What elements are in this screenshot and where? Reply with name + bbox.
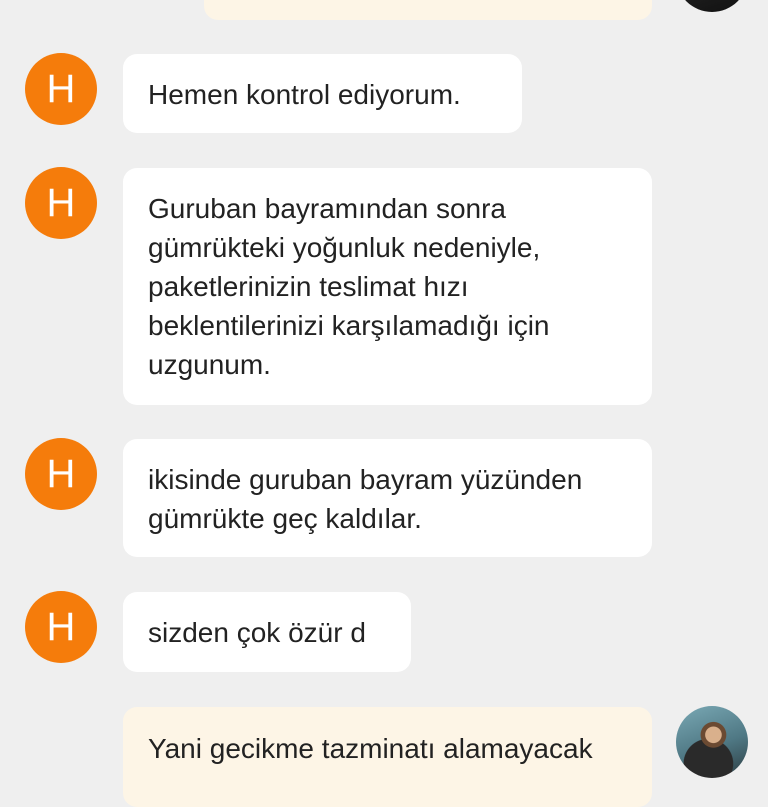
chat-bubble-agent: Hemen kontrol ediyorum. <box>123 54 522 133</box>
agent-avatar[interactable]: H <box>25 591 97 663</box>
chat-bubble-agent: ikisinde guruban bayram yüzünden gümrükt… <box>123 439 652 557</box>
chat-bubble-user-previous <box>204 0 652 20</box>
user-avatar[interactable] <box>676 0 748 12</box>
chat-bubble-user: Yani gecikme tazminatı alamayacak <box>123 707 652 807</box>
agent-avatar[interactable]: H <box>25 438 97 510</box>
agent-avatar[interactable]: H <box>25 167 97 239</box>
user-avatar[interactable] <box>676 706 748 778</box>
chat-bubble-agent: sizden çok özür d <box>123 592 411 672</box>
agent-avatar[interactable]: H <box>25 53 97 125</box>
chat-window: H Hemen kontrol ediyorum. H Guruban bayr… <box>0 0 768 807</box>
chat-bubble-agent: Guruban bayramından sonra gümrükteki yoğ… <box>123 168 652 405</box>
